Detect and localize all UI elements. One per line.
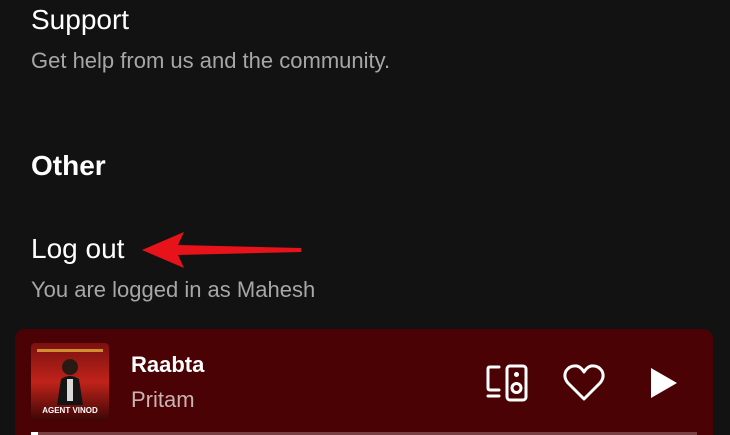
album-art-text: AGENT VINOD	[42, 406, 98, 415]
heart-icon	[563, 364, 605, 401]
settings-screen: Support Get help from us and the communi…	[0, 0, 730, 435]
track-title[interactable]: Raabta	[131, 352, 204, 378]
play-button[interactable]	[639, 359, 687, 407]
devices-button[interactable]	[484, 359, 532, 407]
support-title[interactable]: Support	[31, 4, 129, 36]
now-playing-bar[interactable]: AGENT VINOD Raabta Pritam	[15, 329, 713, 435]
annotation-arrow-icon	[142, 232, 301, 268]
like-button[interactable]	[560, 359, 608, 407]
devices-icon	[486, 364, 528, 402]
support-subtitle: Get help from us and the community.	[31, 48, 391, 73]
play-icon	[651, 368, 677, 398]
section-heading-other: Other	[31, 150, 106, 181]
logout-subtitle: You are logged in as Mahesh	[31, 277, 316, 302]
logout-title[interactable]: Log out	[31, 233, 124, 265]
track-artist[interactable]: Pritam	[131, 387, 195, 413]
album-art[interactable]: AGENT VINOD	[31, 343, 109, 421]
